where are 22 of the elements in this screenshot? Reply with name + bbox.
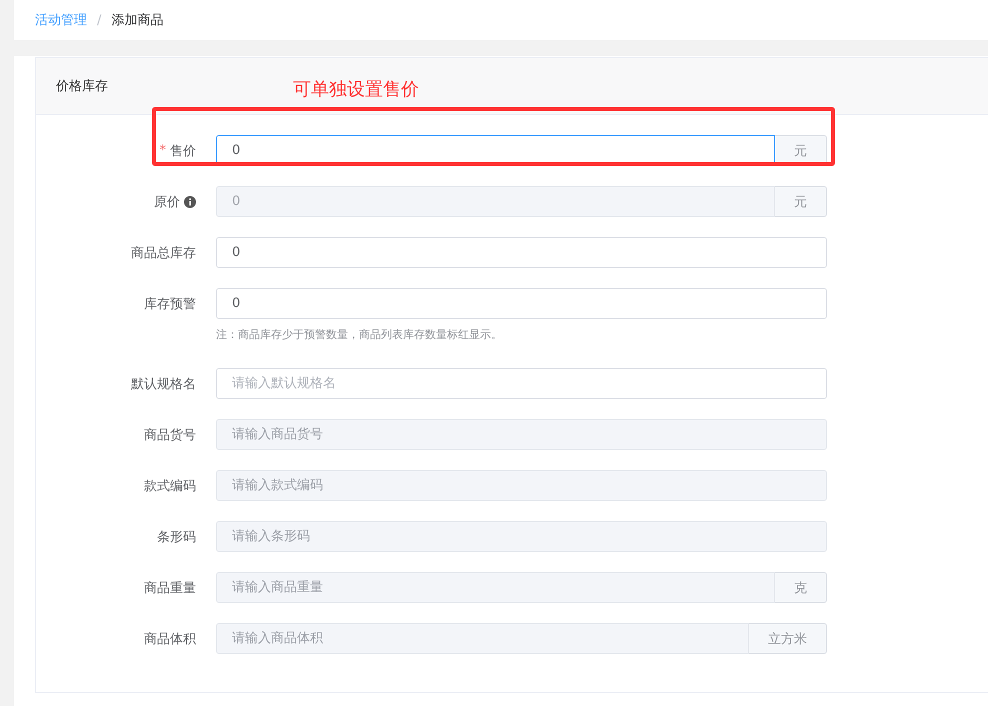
hint-text: 注：商品库存少于预警数量，商品列表库存数量标红显示。: [216, 327, 503, 342]
field-label: 商品重量: [144, 580, 196, 596]
field-label: 商品货号: [144, 426, 196, 444]
breadcrumb-current: 添加商品: [111, 12, 164, 29]
required-mark: *: [160, 143, 166, 158]
field-label: 售价: [170, 142, 196, 160]
input-field[interactable]: 请输入默认规格名: [216, 368, 827, 399]
breadcrumb-separator: /: [97, 12, 102, 28]
field-label: 商品体积: [144, 630, 196, 648]
field-label: 默认规格名: [131, 376, 196, 392]
input-field[interactable]: 0: [216, 237, 827, 268]
annotation-text: 可单独设置售价: [293, 78, 419, 101]
section-title: 价格库存: [56, 78, 108, 95]
field-label: 款式编码: [144, 478, 196, 494]
input-field[interactable]: 0: [216, 288, 827, 319]
field-label: 原价: [154, 194, 180, 210]
field-label: 商品总库存: [131, 244, 196, 262]
unit-label: 元: [775, 186, 827, 217]
field-label: 库存预警: [144, 296, 196, 312]
field-label: 条形码: [157, 528, 196, 546]
unit-label: 立方米: [749, 623, 827, 654]
unit-label: 克: [775, 572, 827, 603]
